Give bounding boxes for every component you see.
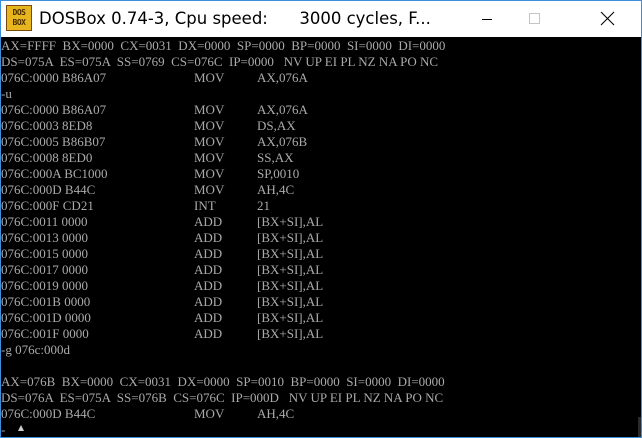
disasm-operands: AH,4C — [257, 182, 295, 197]
disasm-opcode: ADD — [194, 278, 223, 293]
disasm-operands: [BX+SI],AL — [257, 326, 324, 341]
disasm-operands: SP,0010 — [257, 166, 300, 181]
register-text: DS=076A ES=075A SS=076B CS=076C IP=000D … — [1, 390, 444, 405]
disasm-opcode: MOV — [194, 102, 225, 117]
disasm-row: 076C:000F CD21 INT 21 — [1, 198, 639, 214]
disasm-address: 076C:0013 0000 — [1, 230, 89, 245]
instruction-address: 076C:0000 B86A07 — [1, 70, 107, 85]
disasm-row: 076C:001B 0000 ADD [BX+SI],AL — [1, 294, 639, 310]
window-title: DOSBox 0.74-3, Cpu speed: 3000 cycles, F… — [39, 9, 431, 28]
disasm-row: 076C:0019 0000 ADD [BX+SI],AL — [1, 278, 639, 294]
disasm-row: 076C:0011 0000 ADD [BX+SI],AL — [1, 214, 639, 230]
dos-console[interactable]: AX=FFFF BX=0000 CX=0031 DX=0000 SP=0000 … — [1, 37, 641, 437]
register-text: AX=FFFF BX=0000 CX=0031 DX=0000 SP=0000 … — [1, 38, 446, 53]
disasm-address: 076C:001B 0000 — [1, 294, 91, 309]
disasm-address: 076C:000D B44C — [1, 182, 96, 197]
disasm-operands: [BX+SI],AL — [257, 294, 324, 309]
disasm-row: 076C:0015 0000 ADD [BX+SI],AL — [1, 246, 639, 262]
command-line: -u — [1, 86, 639, 102]
current-instruction: 076C:000D B44C MOV AH,4C — [1, 406, 639, 422]
flags-line: DS=076A ES=075A SS=076B CS=076C IP=000D … — [1, 390, 639, 406]
disasm-address: 076C:0000 B86A07 — [1, 102, 107, 117]
disasm-address: 076C:0008 8ED0 — [1, 150, 93, 165]
disasm-row: 076C:0013 0000 ADD [BX+SI],AL — [1, 230, 639, 246]
disasm-opcode: MOV — [194, 118, 225, 133]
disasm-opcode: MOV — [194, 166, 225, 181]
instruction-address: 076C:000D B44C — [1, 406, 96, 421]
disasm-address: 076C:000A BC1000 — [1, 166, 108, 181]
disasm-operands: SS,AX — [257, 150, 294, 165]
close-button[interactable] — [590, 1, 636, 37]
disasm-row: 076C:000D B44C MOV AH,4C — [1, 182, 639, 198]
disasm-opcode: ADD — [194, 326, 223, 341]
disasm-opcode: ADD — [194, 310, 223, 325]
disasm-operands: 21 — [257, 198, 270, 213]
register-line: AX=076B BX=0000 CX=0031 DX=0000 SP=0010 … — [1, 374, 639, 390]
disasm-operands: [BX+SI],AL — [257, 246, 324, 261]
instruction-opcode: MOV — [194, 406, 225, 421]
disasm-address: 076C:000F CD21 — [1, 198, 94, 213]
disasm-operands: [BX+SI],AL — [257, 262, 324, 277]
instruction-operands: AX,076A — [257, 70, 308, 85]
command-line: -g 076c:000d — [1, 342, 639, 358]
disasm-opcode: MOV — [194, 150, 225, 165]
disasm-address: 076C:0019 0000 — [1, 278, 89, 293]
disasm-opcode: ADD — [194, 294, 223, 309]
instruction-operands: AH,4C — [257, 406, 295, 421]
command-text: -u — [1, 86, 12, 101]
disasm-operands: AX,076A — [257, 102, 308, 117]
register-line: AX=FFFF BX=0000 CX=0031 DX=0000 SP=0000 … — [1, 38, 639, 54]
disasm-row: 076C:0017 0000 ADD [BX+SI],AL — [1, 262, 639, 278]
console-output: AX=FFFF BX=0000 CX=0031 DX=0000 SP=0000 … — [1, 38, 639, 437]
disasm-operands: [BX+SI],AL — [257, 310, 324, 325]
disasm-row: 076C:000A BC1000 MOV SP,0010 — [1, 166, 639, 182]
maximize-icon — [529, 13, 540, 24]
instruction-opcode: MOV — [194, 70, 225, 85]
flags-line: DS=075A ES=075A SS=0769 CS=076C IP=0000 … — [1, 54, 639, 70]
dosbox-app-icon[interactable]: DOS BOX — [6, 5, 32, 31]
disasm-address: 076C:001F 0000 — [1, 326, 89, 341]
close-icon — [600, 11, 615, 26]
disasm-opcode: ADD — [194, 262, 223, 277]
disasm-address: 076C:0017 0000 — [1, 262, 89, 277]
app-icon-text-bottom: BOX — [12, 18, 26, 27]
disasm-row: 076C:0005 B86B07 MOV AX,076B — [1, 134, 639, 150]
command-prompt: - — [1, 422, 6, 437]
disasm-opcode: ADD — [194, 214, 223, 229]
title-bar[interactable]: DOS BOX DOSBox 0.74-3, Cpu speed: 3000 c… — [1, 1, 641, 37]
disasm-operands: AX,076B — [257, 134, 308, 149]
disasm-operands: DS,AX — [257, 118, 296, 133]
disasm-address: 076C:0005 B86B07 — [1, 134, 106, 149]
disasm-operands: [BX+SI],AL — [257, 230, 324, 245]
mouse-cursor-icon — [18, 425, 24, 431]
window-edge — [638, 417, 641, 437]
disasm-row: 076C:0000 B86A07 MOV AX,076A — [1, 102, 639, 118]
dosbox-window: DOS BOX DOSBox 0.74-3, Cpu speed: 3000 c… — [0, 0, 642, 438]
disasm-row: 076C:0003 8ED8 MOV DS,AX — [1, 118, 639, 134]
register-text: AX=076B BX=0000 CX=0031 DX=0000 SP=0010 … — [1, 374, 445, 389]
prompt-line[interactable]: - — [1, 422, 639, 437]
disasm-row: 076C:001D 0000 ADD [BX+SI],AL — [1, 310, 639, 326]
disasm-address: 076C:0003 8ED8 — [1, 118, 93, 133]
disasm-opcode: ADD — [194, 230, 223, 245]
app-icon-text-top: DOS — [12, 8, 26, 17]
disasm-address: 076C:0011 0000 — [1, 214, 88, 229]
disasm-opcode: ADD — [194, 246, 223, 261]
disasm-operands: [BX+SI],AL — [257, 278, 324, 293]
minimize-icon — [482, 19, 492, 20]
minimize-button[interactable] — [464, 1, 510, 37]
disasm-opcode: MOV — [194, 182, 225, 197]
register-text: DS=075A ES=075A SS=0769 CS=076C IP=0000 … — [1, 54, 439, 69]
disasm-opcode: INT — [194, 198, 216, 213]
disasm-address: 076C:0015 0000 — [1, 246, 89, 261]
current-instruction: 076C:0000 B86A07 MOV AX,076A — [1, 70, 639, 86]
disasm-row: 076C:0008 8ED0 MOV SS,AX — [1, 150, 639, 166]
disasm-opcode: MOV — [194, 134, 225, 149]
disasm-operands: [BX+SI],AL — [257, 214, 324, 229]
disasm-row: 076C:001F 0000 ADD [BX+SI],AL — [1, 326, 639, 342]
disasm-address: 076C:001D 0000 — [1, 310, 91, 325]
maximize-button[interactable] — [511, 1, 557, 37]
command-text: -g 076c:000d — [1, 342, 70, 357]
